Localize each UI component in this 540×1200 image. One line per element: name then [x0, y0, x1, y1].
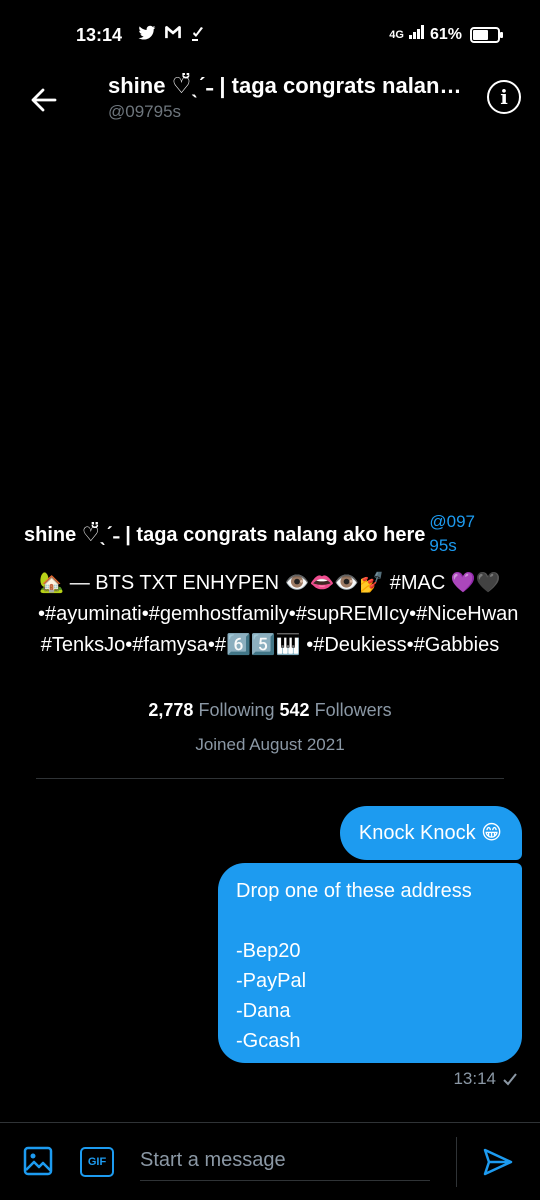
message-input[interactable] [140, 1141, 430, 1181]
sent-check-icon [503, 1073, 517, 1086]
image-icon [23, 1146, 53, 1176]
message-meta: 13:14 [453, 1069, 518, 1089]
joined-date: Joined August 2021 [195, 735, 345, 754]
message-bubble[interactable]: Drop one of these address -Bep20 -PayPal… [218, 863, 522, 1063]
conversation-handle[interactable]: @09795s [108, 102, 181, 122]
message-time: 13:14 [453, 1069, 496, 1088]
battery-icon [470, 26, 503, 43]
gif-button[interactable]: GIF [80, 1147, 114, 1177]
message-composer: GIF [0, 1122, 540, 1200]
status-right: 4G 61% [389, 25, 503, 44]
info-button[interactable]: i [487, 80, 521, 114]
signal-icon [408, 25, 425, 44]
send-button[interactable] [480, 1145, 516, 1179]
profile-name-row: shine ♡̆̈ˎˊ˗ | taga congrats nalang ako … [24, 510, 524, 558]
twitter-icon [138, 25, 156, 46]
message-bubble[interactable]: Knock Knock 😁 [339, 806, 522, 860]
profile-handle[interactable]: @09795s [429, 510, 479, 558]
profile-name[interactable]: shine ♡̆̈ˎˊ˗ | taga congrats nalang ako … [24, 522, 425, 547]
status-bar: 13:14 4G 61% [0, 0, 540, 70]
following-count[interactable]: 2,778 [148, 700, 193, 720]
notification-icons [138, 25, 206, 46]
back-arrow-icon [31, 88, 57, 112]
followers-count[interactable]: 542 [280, 700, 310, 720]
followers-label[interactable]: Followers [315, 700, 392, 720]
app-notification-icon [190, 25, 206, 46]
follow-stats: 2,778 Following 542 Followers [0, 700, 540, 721]
gif-label: GIF [87, 1156, 107, 1168]
profile-bio: 🏡 — BTS TXT ENHYPEN 👁️👄👁️💅 #MAC 💜🖤•#ayum… [38, 572, 519, 656]
following-label[interactable]: Following [198, 700, 274, 720]
conversation-title[interactable]: shine ♡̆̈ˎˊ˗ | taga congrats nalang ako … [108, 73, 473, 99]
info-icon: i [500, 85, 508, 109]
status-time: 13:14 [76, 25, 123, 45]
battery-percent: 61% [429, 25, 462, 43]
network-type: 4G [389, 28, 404, 41]
add-image-button[interactable] [22, 1145, 54, 1177]
gmail-icon [164, 25, 182, 46]
back-button[interactable] [22, 78, 66, 122]
conversation-header: shine ♡̆̈ˎˊ˗ | taga congrats nalang ako … [0, 70, 540, 130]
composer-divider [456, 1137, 457, 1187]
battery-level [473, 29, 488, 40]
divider [36, 778, 504, 779]
send-icon [483, 1148, 513, 1176]
